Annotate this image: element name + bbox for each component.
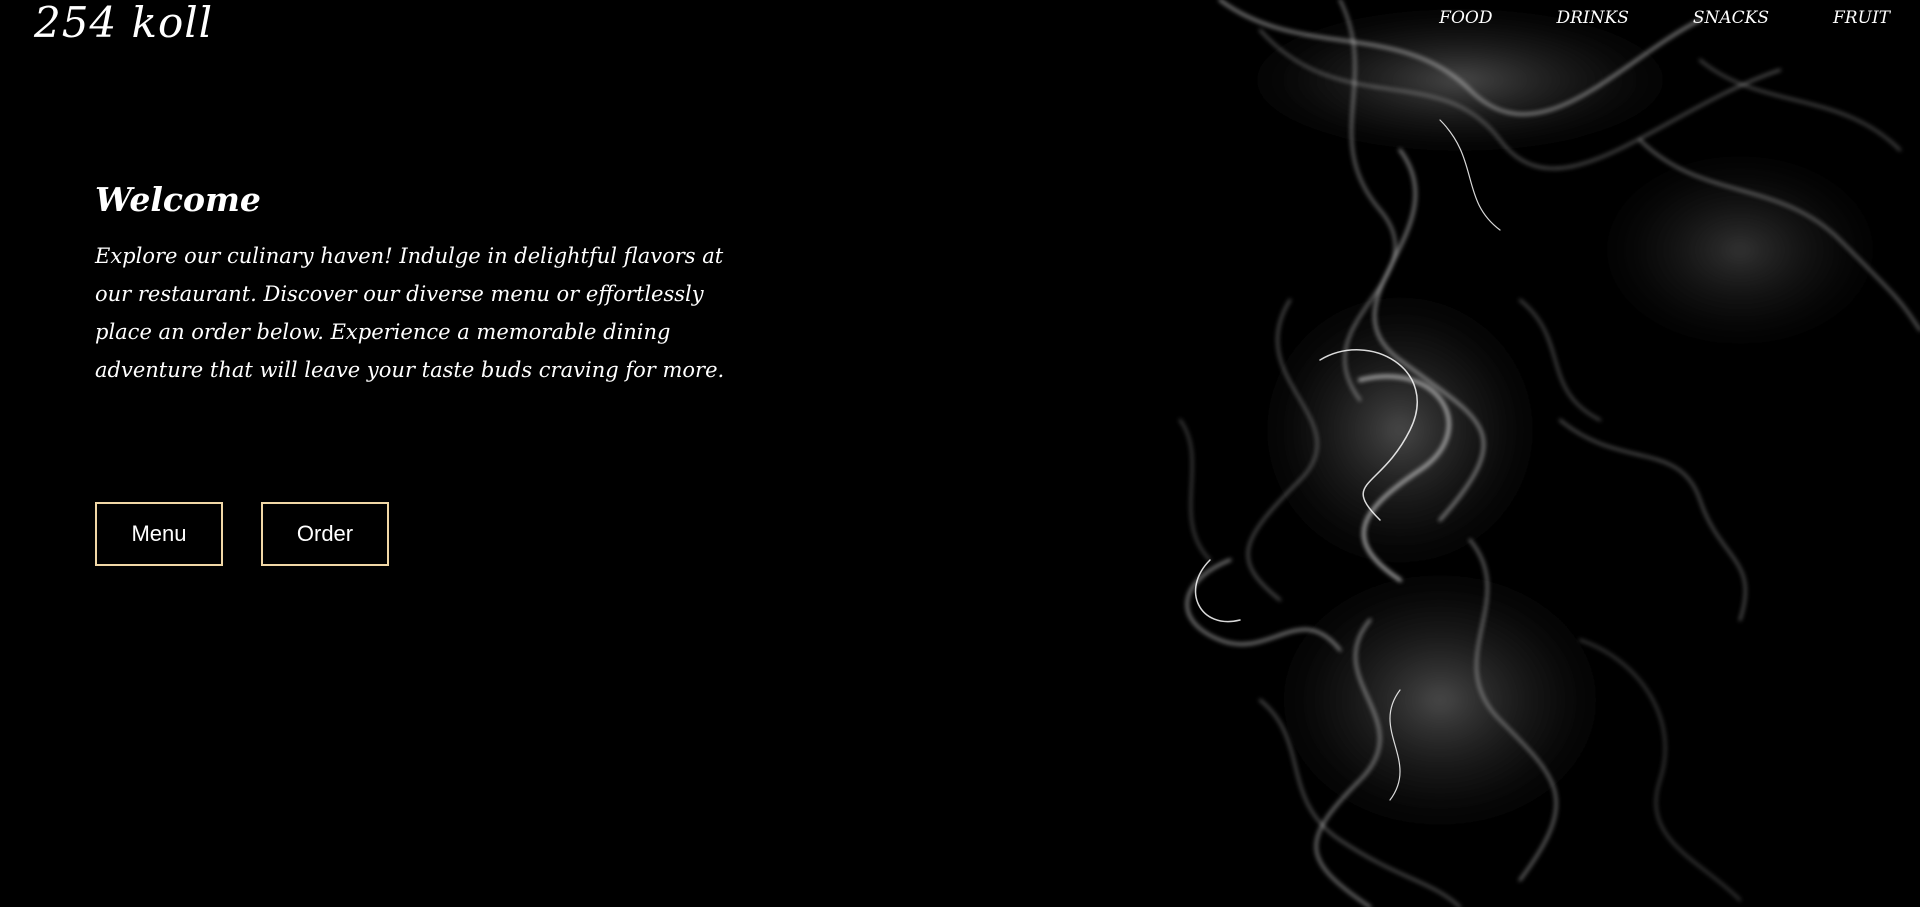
hero-section: Welcome Explore our culinary haven! Indu…	[95, 180, 755, 389]
hero-description: Explore our culinary haven! Indulge in d…	[95, 244, 725, 382]
landing-page: 254 koll FOOD DRINKS SNACKS FRUIT Welcom…	[0, 0, 1920, 907]
nav-item-food[interactable]: FOOD	[1439, 8, 1492, 28]
brand-logo[interactable]: 254 koll	[34, 0, 213, 47]
smoke-background-image	[1140, 0, 1920, 907]
hero-actions: Menu Order	[95, 502, 389, 566]
menu-button[interactable]: Menu	[95, 502, 223, 566]
hero-heading: Welcome	[95, 180, 261, 219]
nav-item-snacks[interactable]: SNACKS	[1693, 8, 1769, 28]
nav-item-fruit[interactable]: FRUIT	[1833, 8, 1890, 28]
order-button[interactable]: Order	[261, 502, 389, 566]
main-nav: FOOD DRINKS SNACKS FRUIT	[1375, 8, 1890, 28]
nav-item-drinks[interactable]: DRINKS	[1556, 8, 1628, 28]
